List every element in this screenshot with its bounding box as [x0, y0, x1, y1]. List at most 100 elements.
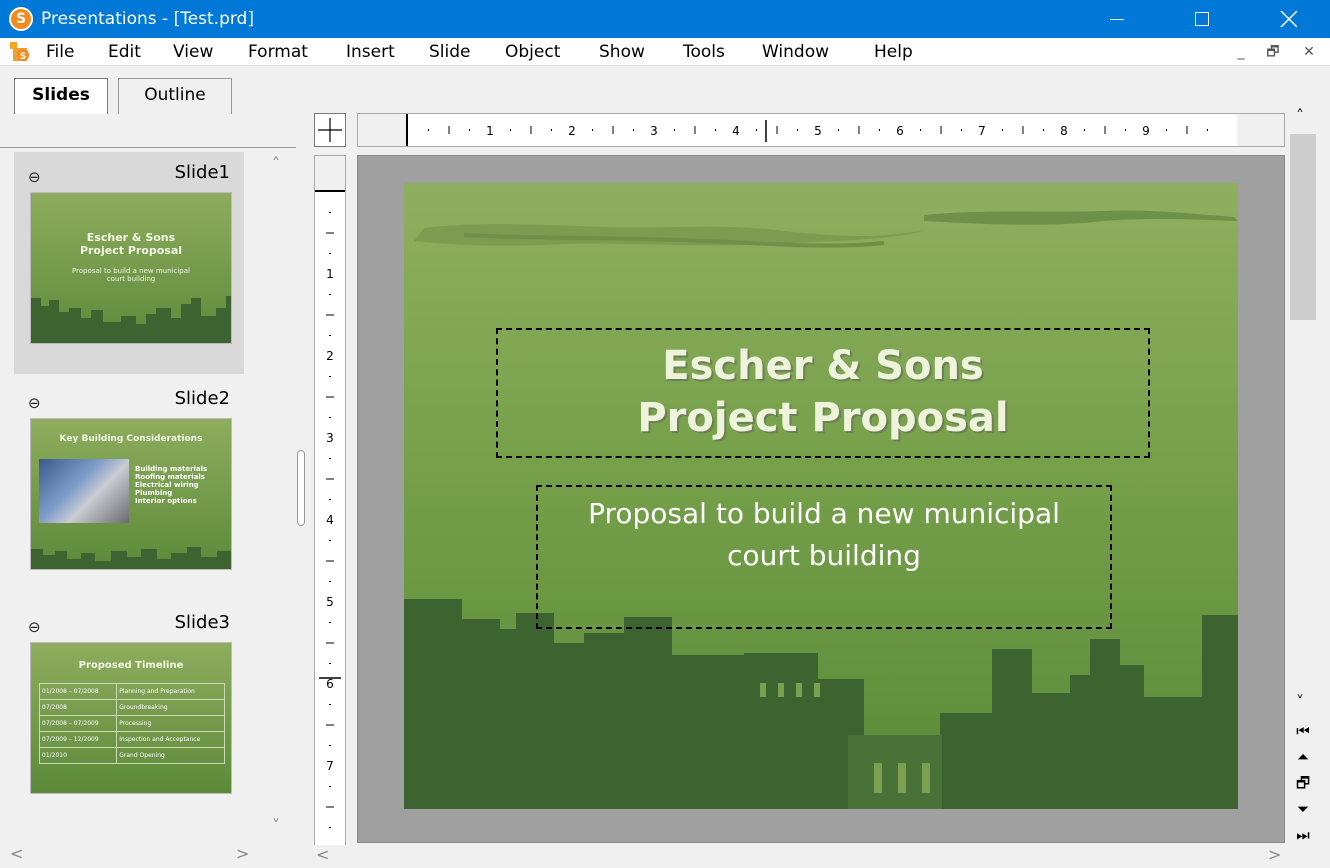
slide-thumbnails[interactable]: ⊖ Slide1 Escher & Sons Project Proposal …: [0, 152, 262, 842]
horizontal-ruler[interactable]: 1 2 3 4 5 6 7 8 9: [357, 113, 1285, 147]
vertical-ruler[interactable]: 1 2 3 4 5 6 7: [314, 155, 346, 845]
scroll-right-icon[interactable]: >: [236, 844, 249, 863]
scroll-right-icon[interactable]: >: [1268, 845, 1281, 864]
bullet-item: Plumbing: [135, 489, 173, 497]
slide-subtitle[interactable]: Proposal to build a new municipal court …: [538, 493, 1110, 577]
slide-workspace[interactable]: Escher & Sons Project Proposal Proposal …: [357, 155, 1285, 843]
menu-edit[interactable]: Edit: [108, 42, 141, 62]
svg-text:S: S: [20, 52, 26, 62]
menu-slide[interactable]: Slide: [429, 42, 471, 62]
menu-show[interactable]: Show: [599, 42, 645, 62]
menu-insert[interactable]: Insert: [346, 42, 395, 62]
mini-title-line1: Escher & Sons: [86, 231, 176, 244]
ruler-label: 9: [1142, 124, 1150, 138]
mdi-minimize-button[interactable]: _: [1230, 42, 1252, 62]
mini-title: Proposed Timeline: [78, 660, 184, 671]
scroll-up-icon[interactable]: ˄: [272, 154, 280, 173]
ruler-label: 6: [326, 677, 334, 691]
table-cell: Groundbreaking: [116, 699, 225, 716]
mini-timeline-table: 01/2008 – 07/2008 Planning and Preparatio…: [38, 683, 225, 764]
table-row: 01/2010 Grand Opening: [38, 747, 225, 764]
slide-thumbnail-3[interactable]: ⊖ Slide3 Proposed Timeline 01/2008 – 07/…: [14, 602, 244, 820]
minimize-icon: [1110, 19, 1124, 20]
window-title: Presentations - [Test.prd]: [41, 9, 254, 29]
close-button[interactable]: [1258, 0, 1320, 38]
tab-outline[interactable]: Outline: [118, 78, 232, 114]
scroll-left-icon[interactable]: <: [10, 844, 23, 863]
mdi-restore-button[interactable]: 🗗: [1262, 42, 1284, 62]
thumbnail-scrollbar[interactable]: ˄ ˅: [262, 152, 296, 842]
ruler-corner[interactable]: [314, 113, 346, 147]
scroll-up-icon[interactable]: ˄: [1296, 106, 1304, 125]
subtitle-placeholder[interactable]: Proposal to build a new municipal court …: [536, 485, 1112, 629]
mdi-close-button[interactable]: ✕: [1298, 42, 1320, 62]
pane-splitter[interactable]: [296, 66, 308, 868]
menu-tools[interactable]: Tools: [683, 42, 725, 62]
first-slide-icon[interactable]: ⏮: [1292, 720, 1314, 742]
slides-pane: Slides Outline ⊖ Slide1 Escher & Sons Pr…: [0, 66, 296, 868]
slide-name: Slide1: [174, 162, 230, 183]
skyline-graphic: [31, 547, 231, 569]
app-window: S Presentations - [Test.prd] S File Edit…: [0, 0, 1330, 868]
ruler-label: 4: [326, 513, 334, 527]
bullet-item: Building materials: [135, 465, 208, 473]
table-cell: 07/2008: [38, 699, 118, 716]
menu-help[interactable]: Help: [874, 42, 913, 62]
slide-thumbnail-2[interactable]: ⊖ Slide2 Key Building Considerations Bui…: [14, 378, 244, 596]
bullet-item: Electrical wiring: [135, 481, 199, 489]
menu-object[interactable]: Object: [505, 42, 560, 62]
ruler-label: 7: [326, 759, 334, 773]
title-placeholder[interactable]: Escher & Sons Project Proposal: [496, 328, 1150, 458]
minimize-button[interactable]: [1086, 0, 1148, 38]
scroll-down-icon[interactable]: ˅: [272, 816, 280, 835]
table-row: 07/2008 Groundbreaking: [38, 699, 225, 716]
table-cell: Inspection and Acceptance: [116, 731, 225, 748]
slide-name: Slide2: [174, 388, 230, 409]
ruler-ticks: 1 2 3 4 5 6 7: [319, 212, 341, 828]
menu-window[interactable]: Window: [762, 42, 829, 62]
title-bar: S Presentations - [Test.prd]: [0, 0, 1330, 38]
maximize-icon: [1195, 12, 1209, 26]
ruler-label: 3: [326, 431, 334, 445]
transition-icon: ⊖: [28, 394, 41, 412]
last-slide-icon[interactable]: ⏭: [1292, 824, 1314, 846]
maximize-button[interactable]: [1171, 0, 1233, 38]
subtitle-line-2: court building: [727, 539, 921, 572]
slide-preview: Proposed Timeline 01/2008 – 07/2008 Plann…: [30, 642, 232, 794]
horizontal-scrollbar[interactable]: < >: [308, 845, 1288, 868]
slide-preview: Escher & Sons Project Proposal Proposal …: [30, 192, 232, 344]
scroll-down-icon[interactable]: ˅: [1296, 692, 1304, 711]
crosshair-icon: [318, 118, 342, 142]
menu-file[interactable]: File: [46, 42, 74, 62]
ruler-label: 2: [326, 349, 334, 363]
mini-title: Key Building Considerations: [59, 434, 203, 444]
menu-format[interactable]: Format: [248, 42, 308, 62]
mini-bullet-list: Building materials Roofing materials Ele…: [135, 465, 207, 505]
bullet-item: Interior options: [135, 497, 197, 505]
ruler-label: 5: [326, 595, 334, 609]
slide-canvas[interactable]: Escher & Sons Project Proposal Proposal …: [404, 183, 1238, 809]
building-photo: [39, 459, 129, 523]
close-icon: [1280, 10, 1298, 28]
slide-thumbnail-1[interactable]: ⊖ Slide1 Escher & Sons Project Proposal …: [14, 152, 244, 374]
table-row: 07/2009 – 12/2009 Inspection and Acceptan…: [38, 731, 225, 748]
ruler-label: 1: [486, 124, 494, 138]
table-row: 01/2008 – 07/2008 Planning and Preparatio…: [38, 683, 225, 700]
document-app-icon: S: [10, 42, 29, 62]
ruler-label: 5: [814, 124, 822, 138]
vertical-scrollbar[interactable]: ˄ ˅ ⏮ ⏶ 🗗 ⏷ ⏭: [1288, 104, 1318, 868]
table-cell: Grand Opening: [116, 747, 225, 764]
previous-slide-icon[interactable]: ⏶: [1292, 746, 1314, 768]
menu-view[interactable]: View: [173, 42, 213, 62]
transition-icon: ⊖: [28, 618, 41, 636]
slide-sorter-icon[interactable]: 🗗: [1292, 772, 1314, 794]
next-slide-icon[interactable]: ⏷: [1292, 798, 1314, 820]
scroll-thumb[interactable]: [1290, 134, 1316, 320]
slide-title[interactable]: Escher & Sons Project Proposal: [498, 340, 1148, 444]
ruler-ticks: 1 2 3 4 5 6 7 8 9: [428, 120, 1208, 142]
thumbnail-hscrollbar[interactable]: < >: [0, 842, 262, 868]
splitter-grip[interactable]: [297, 450, 305, 526]
scroll-left-icon[interactable]: <: [316, 845, 329, 864]
ruler-label: 1: [326, 267, 334, 281]
tab-slides[interactable]: Slides: [14, 78, 108, 114]
